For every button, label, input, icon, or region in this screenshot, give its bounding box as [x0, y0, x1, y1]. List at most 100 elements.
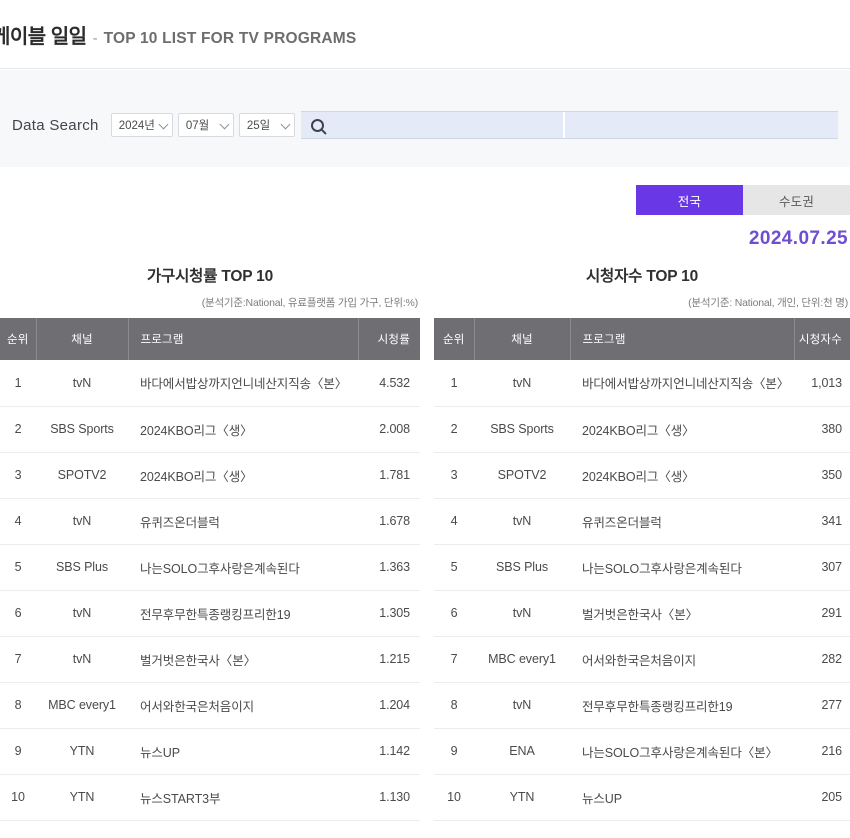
year-select-value: 2024년 — [118, 120, 155, 132]
table-row[interactable]: 2 SBS Sports 2024KBO리그〈생〉 380 — [434, 406, 850, 453]
table-row[interactable]: 8 tvN 전무후무한특종랭킹프리한19 277 — [434, 682, 850, 729]
cell-program: 어서와한국은처음이지 — [128, 682, 358, 729]
viewers-count-table-body: 1 tvN 바다에서밥상까지언니네산지직송〈본〉 1,013 2 SBS Sports 2… — [434, 360, 850, 821]
table-row[interactable]: 4 tvN 유퀴즈온더블럭 341 — [434, 498, 850, 545]
ranking-tables: 가구시청률 TOP 10 (분석기준:National, 유료플랫폼 가입 가구… — [0, 258, 850, 821]
table-row[interactable]: 9 YTN 뉴스UP 1.142 — [0, 728, 420, 775]
cell-value: 1.215 — [358, 636, 420, 683]
cell-channel: SBS Sports — [474, 406, 570, 453]
column-header-value: 시청자수 — [794, 318, 850, 360]
table-row[interactable]: 8 MBC every1 어서와한국은처음이지 1.204 — [0, 682, 420, 729]
region-tab-group: 전국 수도권 — [636, 185, 850, 215]
cell-rank: 2 — [0, 406, 36, 453]
search-input[interactable] — [329, 117, 540, 133]
household-rating-table: 순위 채널 프로그램 시청률 1 tvN 바다에서밥상까지언니네산지직송〈본〉 4.5… — [0, 318, 420, 821]
cell-value: 380 — [794, 406, 850, 453]
cell-rank: 4 — [434, 498, 474, 545]
month-select[interactable]: 07월 — [177, 113, 234, 137]
cell-rank: 7 — [0, 636, 36, 683]
search-icon[interactable] — [310, 118, 324, 132]
cell-value: 1.678 — [358, 498, 420, 545]
cell-rank: 9 — [434, 728, 474, 775]
column-header-program: 프로그램 — [128, 318, 359, 360]
cell-program: 뉴스START3부 — [128, 774, 358, 821]
cell-value: 2.008 — [358, 406, 420, 453]
cell-channel: tvN — [36, 498, 128, 545]
page-title-sub: TOP 10 LIST FOR TV PROGRAMS — [103, 29, 357, 47]
table-row[interactable]: 3 SPOTV2 2024KBO리그〈생〉 350 — [434, 452, 850, 499]
cell-channel: YTN — [36, 774, 128, 821]
cell-rank: 2 — [434, 406, 474, 453]
page-title: 케이블 일일 - TOP 10 LIST FOR TV PROGRAMS — [0, 20, 356, 49]
cell-program: 전무후무한특종랭킹프리한19 — [570, 682, 794, 729]
date-stamp: 2024.07.25 — [748, 228, 848, 249]
viewers-count-table-section: 시청자수 TOP 10 (분석기준: National, 개인, 단위:천 명)… — [425, 258, 850, 821]
tab-metropolitan[interactable]: 수도권 — [743, 185, 850, 215]
cell-program: 뉴스UP — [128, 728, 358, 775]
table-row[interactable]: 10 YTN 뉴스START3부 1.130 — [0, 774, 420, 821]
cell-value: 1.142 — [358, 728, 420, 775]
cell-program: 바다에서밥상까지언니네산지직송〈본〉 — [570, 360, 794, 407]
cell-program: 유퀴즈온더블럭 — [128, 498, 358, 545]
cell-value: 341 — [794, 498, 850, 545]
cell-value: 350 — [794, 452, 850, 499]
cell-channel: tvN — [36, 636, 128, 683]
search-band: Data Search 2024년 07월 25일 — [0, 70, 850, 167]
cell-rank: 8 — [434, 682, 474, 729]
search-secondary-field[interactable] — [562, 112, 838, 138]
cell-program: 바다에서밥상까지언니네산지직송〈본〉 — [128, 360, 358, 407]
tab-metropolitan-label: 수도권 — [778, 194, 815, 209]
household-rating-table-body: 1 tvN 바다에서밥상까지언니네산지직송〈본〉 4.532 2 SBS Sports 2… — [0, 360, 420, 821]
day-select-value: 25일 — [246, 120, 271, 132]
table-row[interactable]: 5 SBS Plus 나는SOLO그후사랑은계속된다 1.363 — [0, 544, 420, 591]
date-select-group: 2024년 07월 25일 — [110, 113, 295, 137]
cell-channel: YTN — [474, 774, 570, 821]
tab-nationwide-label: 전국 — [677, 194, 702, 209]
table-row[interactable]: 7 MBC every1 어서와한국은처음이지 282 — [434, 636, 850, 683]
cell-rank: 6 — [0, 590, 36, 637]
tab-nationwide[interactable]: 전국 — [636, 185, 743, 215]
table-row[interactable]: 9 ENA 나는SOLO그후사랑은계속된다〈본〉 216 — [434, 728, 850, 775]
cell-program: 2024KBO리그〈생〉 — [570, 452, 794, 499]
column-header-program: 프로그램 — [570, 318, 795, 360]
search-fields — [300, 111, 838, 139]
table-row[interactable]: 1 tvN 바다에서밥상까지언니네산지직송〈본〉 4.532 — [0, 360, 420, 407]
page-title-main: 케이블 일일 — [0, 25, 87, 48]
data-search-bar: Data Search 2024년 07월 25일 — [12, 110, 838, 140]
cell-channel: SBS Sports — [36, 406, 128, 453]
page-header: 케이블 일일 - TOP 10 LIST FOR TV PROGRAMS — [0, 0, 850, 69]
year-select[interactable]: 2024년 — [110, 113, 173, 137]
table-row[interactable]: 4 tvN 유퀴즈온더블럭 1.678 — [0, 498, 420, 545]
column-header-channel: 채널 — [36, 318, 129, 360]
cell-channel: tvN — [474, 498, 570, 545]
table-row[interactable]: 2 SBS Sports 2024KBO리그〈생〉 2.008 — [0, 406, 420, 453]
cell-channel: tvN — [474, 682, 570, 729]
table-row[interactable]: 3 SPOTV2 2024KBO리그〈생〉 1.781 — [0, 452, 420, 499]
cell-rank: 1 — [0, 360, 36, 407]
table-row[interactable]: 5 SBS Plus 나는SOLO그후사랑은계속된다 307 — [434, 544, 850, 591]
table-row[interactable]: 6 tvN 벌거벗은한국사〈본〉 291 — [434, 590, 850, 637]
table-row[interactable]: 6 tvN 전무후무한특종랭킹프리한19 1.305 — [0, 590, 420, 637]
cell-value: 282 — [794, 636, 850, 683]
cell-rank: 6 — [434, 590, 474, 637]
cell-rank: 3 — [0, 452, 36, 499]
cell-program: 전무후무한특종랭킹프리한19 — [128, 590, 358, 637]
cell-program: 어서와한국은처음이지 — [570, 636, 794, 683]
cell-value: 1,013 — [794, 360, 850, 407]
table-row[interactable]: 10 YTN 뉴스UP 205 — [434, 774, 850, 821]
chevron-down-icon — [219, 119, 230, 130]
cell-program: 2024KBO리그〈생〉 — [128, 406, 358, 453]
cell-rank: 4 — [0, 498, 36, 545]
cell-channel: SBS Plus — [36, 544, 128, 591]
day-select[interactable]: 25일 — [238, 113, 295, 137]
cell-channel: YTN — [36, 728, 128, 775]
table-row[interactable]: 1 tvN 바다에서밥상까지언니네산지직송〈본〉 1,013 — [434, 360, 850, 407]
cell-value: 1.305 — [358, 590, 420, 637]
table-header-row: 순위 채널 프로그램 시청률 — [0, 318, 420, 360]
table-row[interactable]: 7 tvN 벌거벗은한국사〈본〉 1.215 — [0, 636, 420, 683]
cell-value: 277 — [794, 682, 850, 729]
search-input-wrapper[interactable] — [300, 112, 563, 138]
cell-channel: SPOTV2 — [36, 452, 128, 499]
household-rating-table-section: 가구시청률 TOP 10 (분석기준:National, 유료플랫폼 가입 가구… — [0, 258, 425, 821]
chevron-down-icon — [158, 119, 169, 130]
